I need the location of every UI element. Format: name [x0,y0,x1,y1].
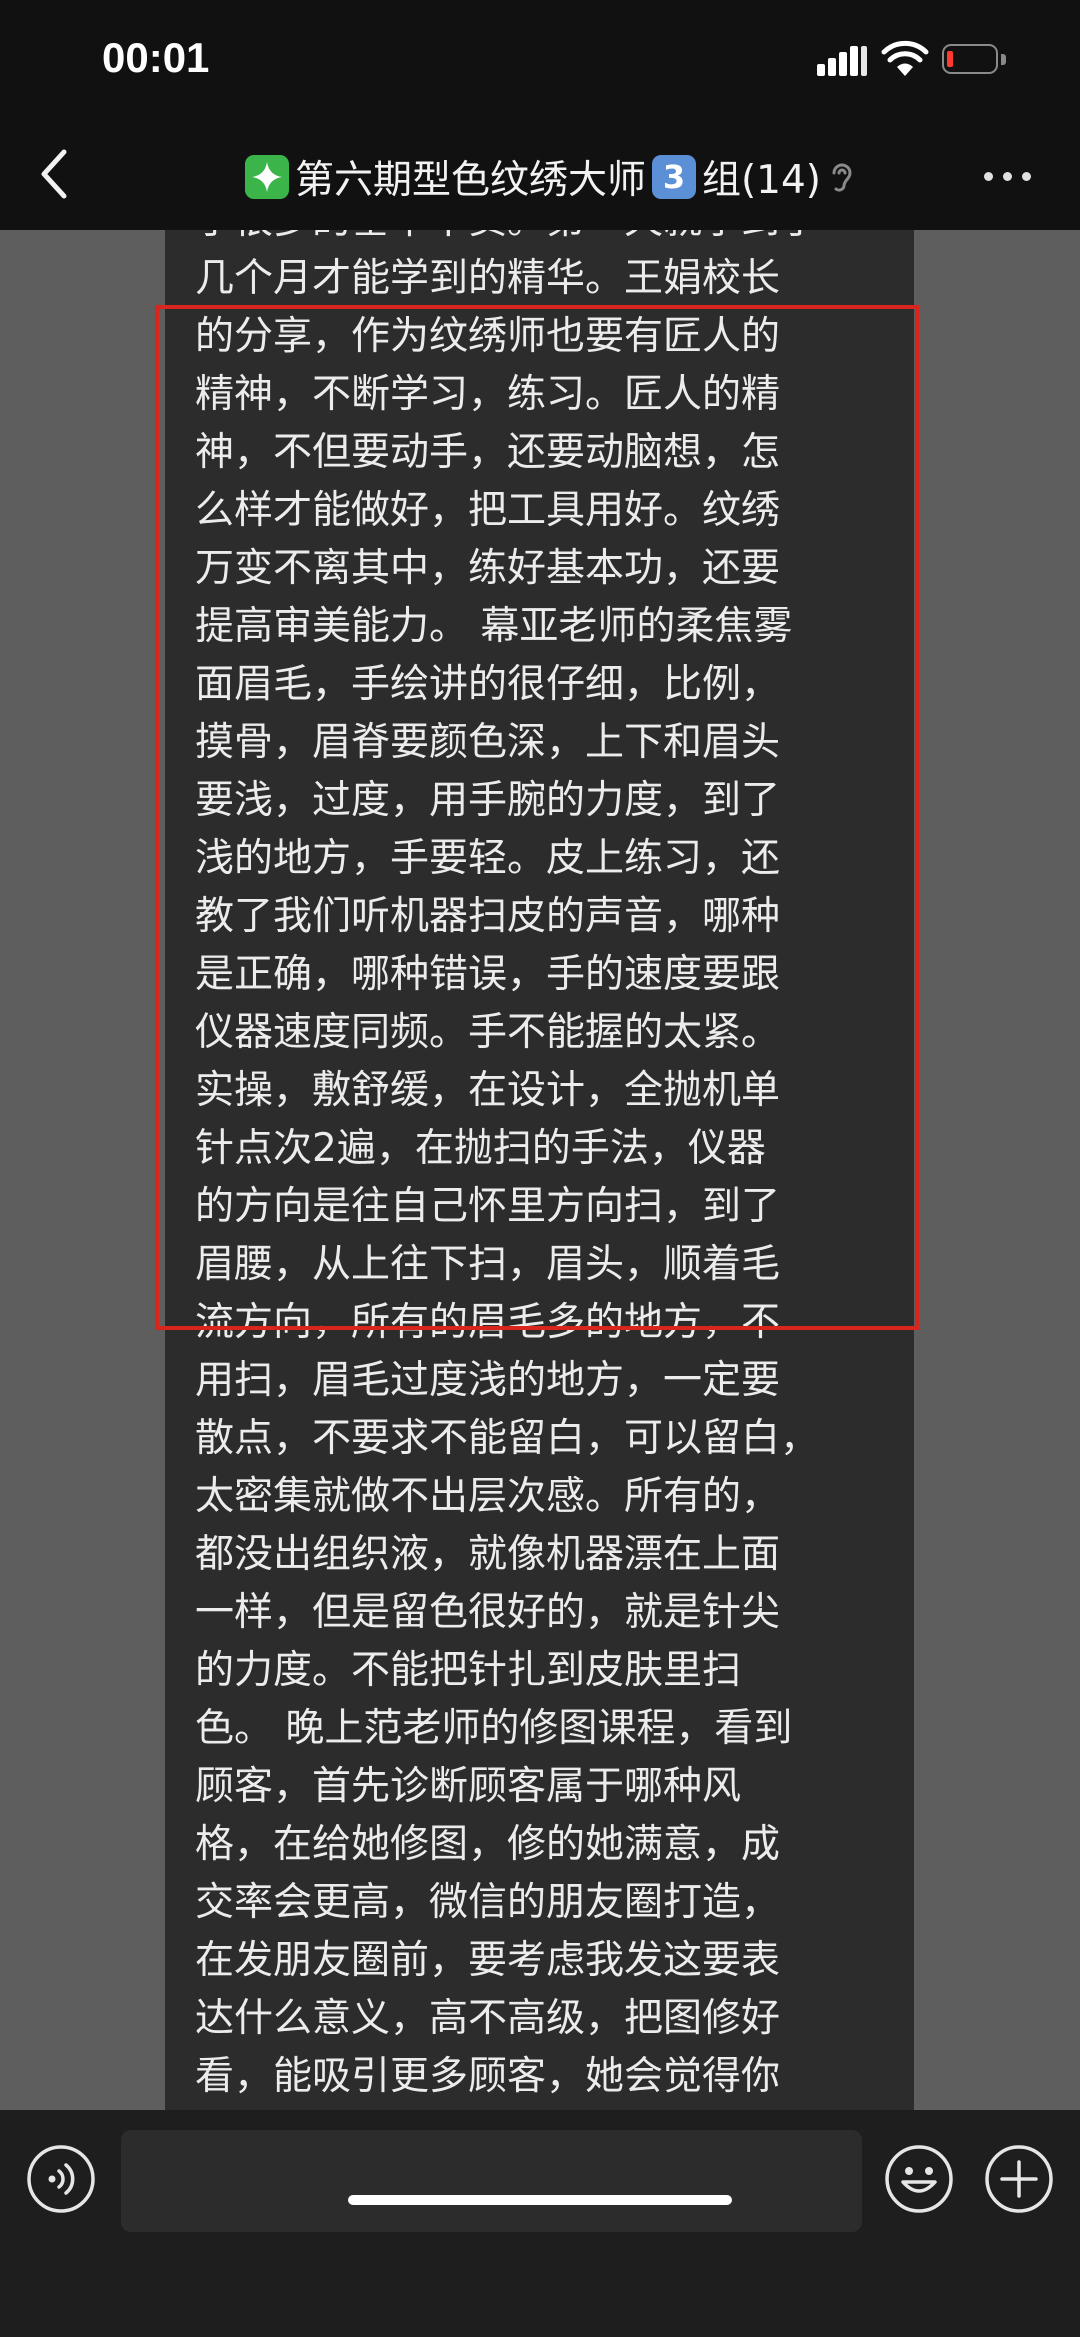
chat-title-main: 第六期型色纹绣大师 [294,158,646,203]
group-number-badge: 3 [651,155,696,199]
status-bar: 00:01 [0,0,1080,120]
article-line: 太密集就做不出层次感。所有的， [195,1474,781,1519]
chevron-left-icon[interactable] [30,144,80,204]
chat-header: 第六期型色纹绣大师 3 组(14) [0,120,1080,230]
highlight-annotation [155,305,919,1330]
ear-icon [832,163,852,192]
article-line: 顾客，首先诊断顾客属于哪种风 [195,1764,742,1809]
article-line: 了很多的基本干货。第一天就学到了 [195,230,895,250]
input-bar [0,2110,1080,2337]
voice-icon[interactable] [26,2144,96,2214]
article-line: 都没出组织液，就像机器漂在上面 [195,1532,781,1577]
article-line: 一样，但是留色很好的，就是针尖 [195,1590,781,1635]
article-line: 的力度。不能把针扎到皮肤里扫 [195,1648,742,1693]
status-time: 00:01 [102,34,210,81]
chat-title-suffix: 组(14) [701,158,822,203]
emoji-icon[interactable] [884,2144,954,2214]
cellular-signal-icon [817,44,869,76]
battery-icon [942,44,1008,76]
article-line: 看，能吸引更多顾客，她会觉得你 [195,2054,781,2099]
home-indicator [348,2195,732,2205]
wifi-icon [881,40,929,76]
message-input[interactable] [121,2130,862,2232]
sparkle-icon [244,155,289,199]
article-line: 散点，不要求不能留白，可以留白， [195,1416,820,1461]
article-line: 用扫，眉毛过度浅的地方，一定要 [195,1358,781,1403]
article-line: 格，在给她修图，修的她满意，成 [195,1822,781,1867]
article-line: 在发朋友圈前，要考虑我发这要表 [195,1938,781,1983]
article-line: 几个月才能学到的精华。王娟校长 [195,256,781,301]
article-line: 达什么意义，高不高级，把图修好 [195,1996,781,2041]
add-icon[interactable] [984,2144,1054,2214]
more-dots-icon[interactable] [978,160,1038,190]
article-line: 色。 晚上范老师的修图课程，看到 [195,1706,793,1751]
article-line: 交率会更高，微信的朋友圈打造， [195,1880,781,1925]
chat-title[interactable]: 第六期型色纹绣大师 3 组(14) [210,148,890,206]
